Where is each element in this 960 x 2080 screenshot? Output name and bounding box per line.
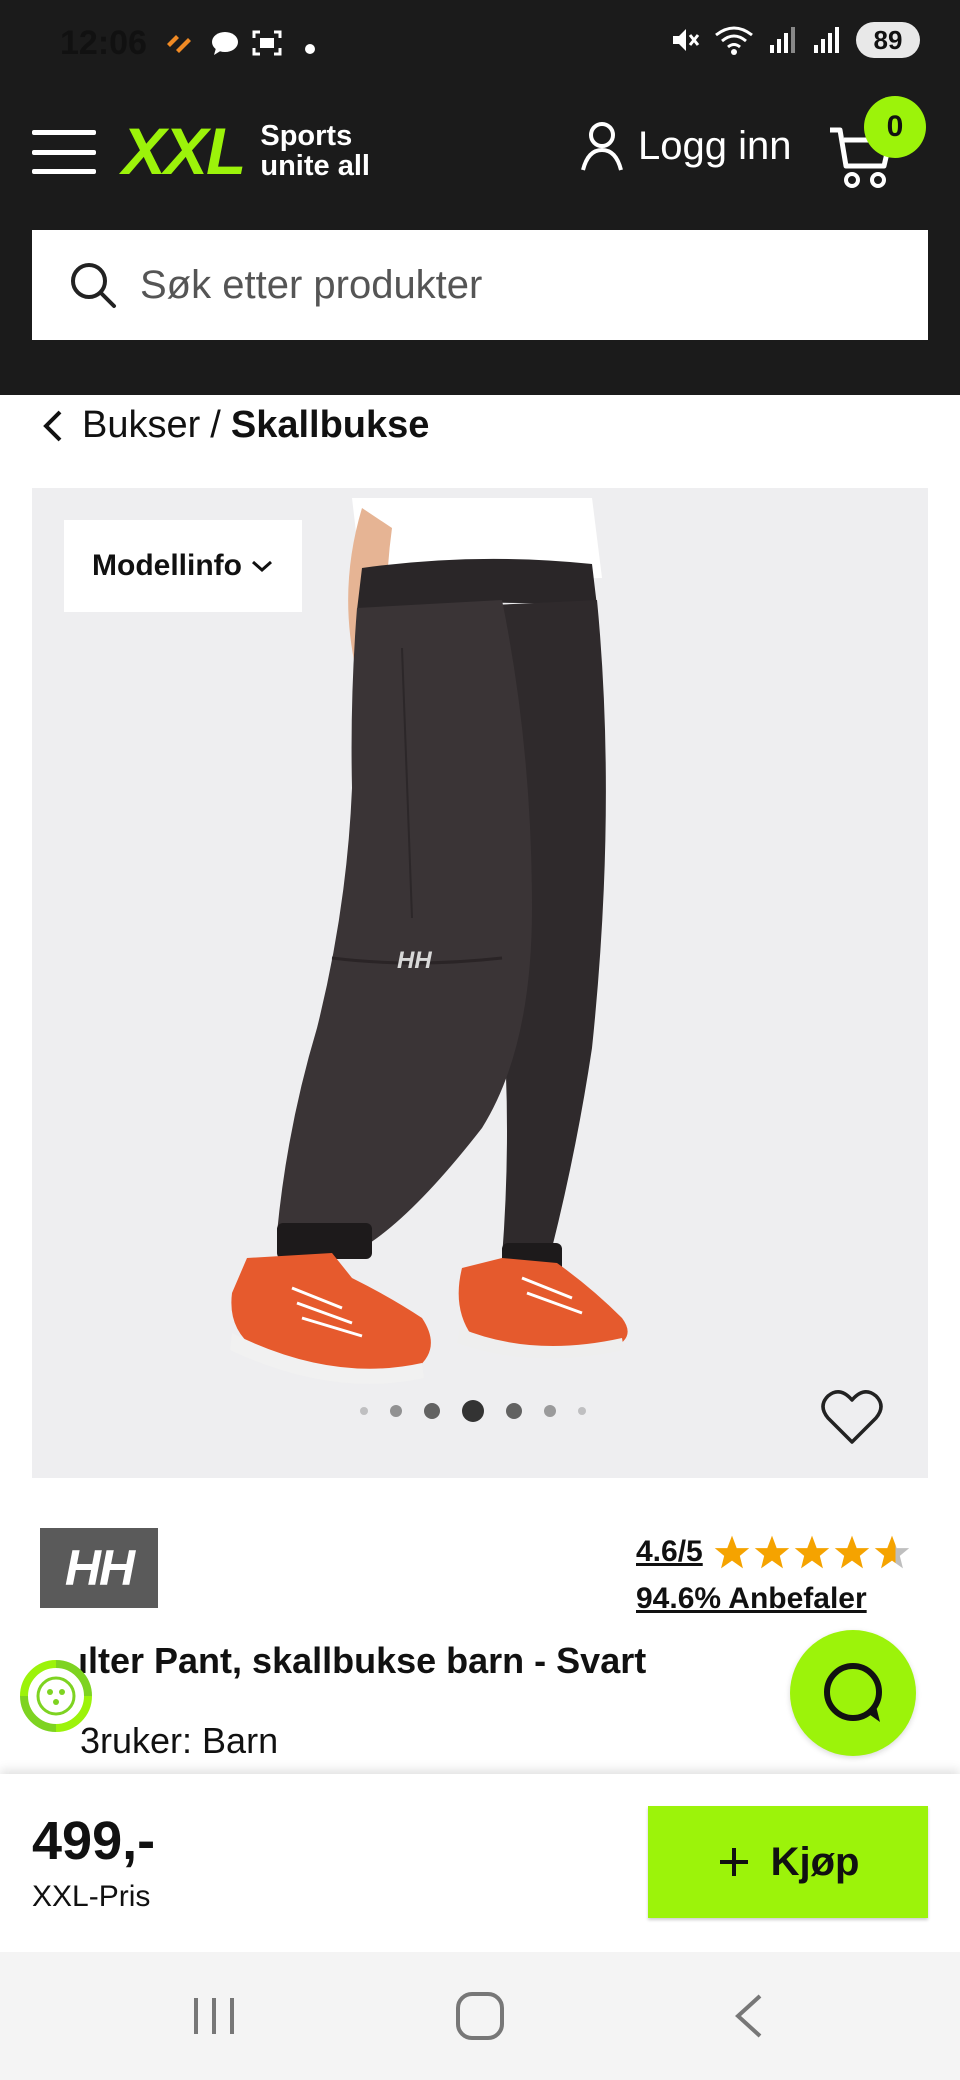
product-image-gallery[interactable]: HH <box>32 488 928 1478</box>
star-icon <box>714 1535 749 1569</box>
gallery-dot[interactable] <box>360 1407 368 1415</box>
star-icon <box>794 1535 829 1569</box>
brand-logo[interactable]: HH <box>40 1528 158 1608</box>
signal-icon <box>770 27 795 53</box>
notification-dot <box>305 44 315 54</box>
chat-button[interactable] <box>790 1630 916 1756</box>
search-bar[interactable] <box>32 230 928 340</box>
logo-tagline-line2: unite all <box>260 150 370 182</box>
gallery-dot[interactable] <box>578 1407 586 1415</box>
star-half-icon <box>874 1535 909 1569</box>
chat-notification-icon <box>212 32 238 55</box>
app-notification-icon <box>167 35 191 53</box>
product-image: HH <box>230 498 628 1384</box>
breadcrumb-current: Skallbukse <box>230 404 430 446</box>
login-label: Logg inn <box>638 123 792 168</box>
signal-roaming-icon <box>814 27 839 53</box>
star-icon <box>834 1535 869 1569</box>
heart-icon[interactable] <box>820 1388 884 1446</box>
breadcrumb-separator: / <box>210 404 221 446</box>
mute-icon <box>673 29 700 51</box>
chevron-left-icon[interactable] <box>40 408 66 444</box>
user-icon <box>581 122 623 171</box>
breadcrumb-parent-link[interactable]: Bukser <box>82 404 200 447</box>
gallery-dot[interactable] <box>390 1405 402 1417</box>
home-icon[interactable] <box>450 1990 510 2042</box>
cart-count-badge: 0 <box>864 96 926 158</box>
logo-tagline-line1: Sports <box>260 120 353 152</box>
battery-indicator: 89 <box>856 22 920 58</box>
gallery-dot-active[interactable] <box>462 1400 484 1422</box>
recycle-icon[interactable] <box>18 1658 94 1734</box>
chat-icon <box>824 1663 882 1722</box>
modellinfo-dropdown[interactable]: Modellinfo <box>64 520 302 612</box>
back-icon[interactable] <box>720 1990 780 2042</box>
product-title: ılter Pant, skallbukse barn - Svart <box>78 1640 647 1681</box>
gallery-pagination[interactable] <box>360 1400 586 1422</box>
gallery-dot[interactable] <box>506 1403 522 1419</box>
price-label: XXL-Pris <box>32 1880 151 1913</box>
rating-summary[interactable]: 4.6/5 <box>636 1534 911 1570</box>
pants-brand-mark: HH <box>397 947 432 974</box>
site-logo[interactable]: XXL Sports unite all <box>122 118 370 184</box>
modellinfo-label: Modellinfo <box>92 549 242 582</box>
rating-stars <box>713 1534 911 1570</box>
chevron-down-icon <box>251 560 272 573</box>
status-icons: 89 <box>670 22 920 58</box>
recommend-percentage[interactable]: 94.6% Anbefaler <box>636 1582 867 1616</box>
status-time: 12:06 <box>60 24 147 62</box>
buy-button[interactable]: Kjøp <box>648 1806 928 1918</box>
star-icon <box>754 1535 789 1569</box>
recent-apps-icon[interactable] <box>184 1990 244 2042</box>
product-price: 499,- <box>32 1811 156 1871</box>
logo-tagline: Sports unite all <box>260 121 370 181</box>
breadcrumb: Bukser / Skallbukse <box>40 404 429 447</box>
wifi-icon <box>715 26 753 55</box>
plus-icon <box>719 1848 748 1876</box>
search-icon <box>71 263 116 308</box>
screenshot-notification-icon <box>252 30 282 56</box>
menu-button[interactable] <box>32 130 96 174</box>
buy-label: Kjøp <box>770 1839 860 1884</box>
rating-value[interactable]: 4.6/5 <box>636 1535 703 1569</box>
gallery-dot[interactable] <box>424 1403 440 1419</box>
search-input[interactable] <box>138 261 902 309</box>
product-user-info: 3ruker: Barn <box>80 1720 279 1761</box>
login-button[interactable]: Logg inn <box>580 120 791 172</box>
gallery-dot[interactable] <box>544 1405 556 1417</box>
logo-wordmark: XXL <box>122 114 246 188</box>
